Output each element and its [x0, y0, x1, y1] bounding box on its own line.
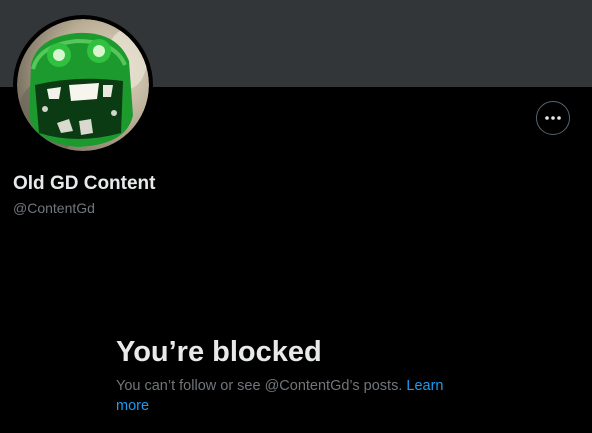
blocked-description-text: You can’t follow or see @ContentGd’s pos… — [116, 378, 407, 394]
blocked-description: You can’t follow or see @ContentGd’s pos… — [116, 376, 476, 416]
blocked-notice: You’re blocked You can’t follow or see @… — [116, 334, 476, 416]
blocked-title: You’re blocked — [116, 336, 322, 368]
profile-avatar[interactable] — [13, 15, 153, 155]
profile-avatar-image — [17, 19, 149, 151]
profile-handle: @ContentGd — [13, 200, 95, 216]
more-horizontal-icon — [545, 116, 561, 120]
more-options-button[interactable] — [536, 101, 570, 135]
profile-display-name: Old GD Content — [13, 173, 156, 194]
